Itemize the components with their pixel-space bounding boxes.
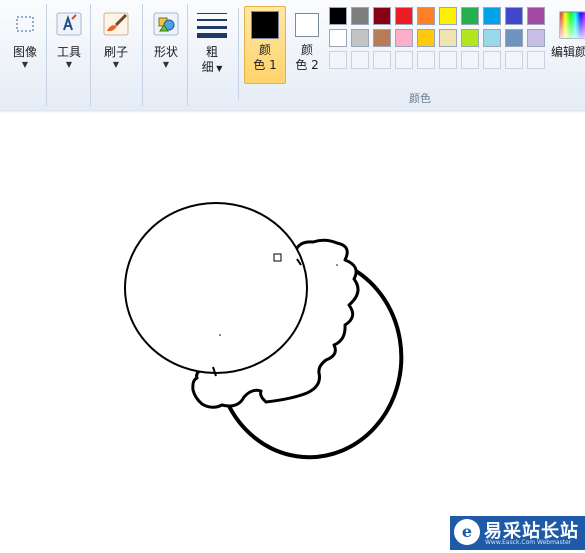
palette-color-swatch[interactable] <box>527 7 545 25</box>
color1-swatch <box>251 11 279 39</box>
edit-colors-label: 编辑颜 <box>551 45 585 59</box>
brush-label: 刷子 <box>103 45 128 59</box>
color2-swatch <box>295 13 319 37</box>
select-rectangle-icon <box>11 11 39 37</box>
shapes-icon <box>152 11 180 37</box>
color2-label-top: 颜 <box>300 43 313 57</box>
color1-label-top: 颜 <box>258 43 271 57</box>
palette-color-swatch[interactable] <box>527 29 545 47</box>
tools-group: 工具 ▼ <box>48 4 91 106</box>
resize-handle[interactable] <box>273 253 282 262</box>
palette-color-swatch[interactable] <box>329 7 347 25</box>
palette-color-swatch[interactable] <box>351 7 369 25</box>
chevron-down-icon: ▼ <box>162 60 170 69</box>
color2-label-bottom: 色 2 <box>295 58 319 72</box>
watermark-icon: e <box>454 519 480 545</box>
palette-custom-slot[interactable] <box>527 51 545 69</box>
tools-label: 工具 <box>56 45 81 59</box>
palette-custom-slot[interactable] <box>417 51 435 69</box>
palette-custom-slot[interactable] <box>351 51 369 69</box>
palette-color-swatch[interactable] <box>329 29 347 47</box>
canvas-dot <box>219 334 221 336</box>
shapes-label: 形状 <box>153 45 178 59</box>
shapes-group: 形状 ▼ <box>145 4 188 106</box>
chevron-down-icon: ▼ <box>21 60 29 69</box>
tools-button[interactable]: 工具 ▼ <box>48 6 90 90</box>
shapes-button[interactable]: 形状 ▼ <box>145 6 187 90</box>
palette-color-swatch[interactable] <box>439 7 457 25</box>
palette-color-swatch[interactable] <box>373 29 391 47</box>
color2-button[interactable]: 颜 色 2 <box>287 6 327 84</box>
palette-color-swatch[interactable] <box>439 29 457 47</box>
palette-color-swatch[interactable] <box>351 29 369 47</box>
colors-group-caption: 颜色 <box>409 92 431 105</box>
palette-color-swatch[interactable] <box>373 7 391 25</box>
image-group: 图像 ▼ <box>2 4 47 106</box>
chevron-down-icon: ▼ <box>112 60 120 69</box>
palette-color-swatch[interactable] <box>395 29 413 47</box>
ribbon: 图像 ▼ 工具 ▼ 刷子 ▼ 形状 ▼ 粗 细 ▼ 颜 色 1 颜 色 2 颜色… <box>0 0 585 111</box>
color-palette <box>329 7 545 69</box>
palette-custom-slot[interactable] <box>439 51 457 69</box>
palette-color-swatch[interactable] <box>505 29 523 47</box>
color1-label-bottom: 色 1 <box>253 58 277 72</box>
palette-color-swatch[interactable] <box>483 29 501 47</box>
color1-button[interactable]: 颜 色 1 <box>244 6 286 84</box>
palette-custom-slot[interactable] <box>329 51 347 69</box>
watermark-logo: e 易采站长站 Www.Easck.Com Webmaster <box>450 516 585 550</box>
palette-custom-slot[interactable] <box>461 51 479 69</box>
size-label-top: 粗 <box>205 45 218 59</box>
group-divider <box>238 8 239 100</box>
canvas-dot <box>336 264 338 266</box>
palette-custom-slot[interactable] <box>483 51 501 69</box>
brush-icon <box>102 11 130 37</box>
palette-color-swatch[interactable] <box>395 7 413 25</box>
line-size-icon <box>197 11 227 38</box>
text-tool-icon <box>55 11 83 37</box>
color-spectrum-icon <box>559 11 585 39</box>
brush-group: 刷子 ▼ <box>92 4 143 106</box>
palette-color-swatch[interactable] <box>505 7 523 25</box>
palette-color-swatch[interactable] <box>461 29 479 47</box>
edit-colors-button[interactable]: 编辑颜 <box>550 6 585 90</box>
palette-color-swatch[interactable] <box>417 29 435 47</box>
palette-custom-slot[interactable] <box>373 51 391 69</box>
canvas-drawing <box>124 202 404 460</box>
image-button[interactable]: 图像 ▼ <box>4 6 46 90</box>
palette-custom-slot[interactable] <box>505 51 523 69</box>
small-circle-shape <box>124 202 308 374</box>
chevron-down-icon: ▼ <box>65 60 73 69</box>
palette-color-swatch[interactable] <box>483 7 501 25</box>
brush-button[interactable]: 刷子 ▼ <box>95 6 137 90</box>
palette-color-swatch[interactable] <box>417 7 435 25</box>
size-label-bottom: 细 ▼ <box>201 60 223 74</box>
palette-color-swatch[interactable] <box>461 7 479 25</box>
image-label: 图像 <box>12 45 37 59</box>
watermark-subtitle: Www.Easck.Com Webmaster <box>485 539 572 546</box>
palette-custom-slot[interactable] <box>395 51 413 69</box>
size-button[interactable]: 粗 细 ▼ <box>192 6 232 90</box>
drawing-canvas[interactable] <box>0 113 585 550</box>
